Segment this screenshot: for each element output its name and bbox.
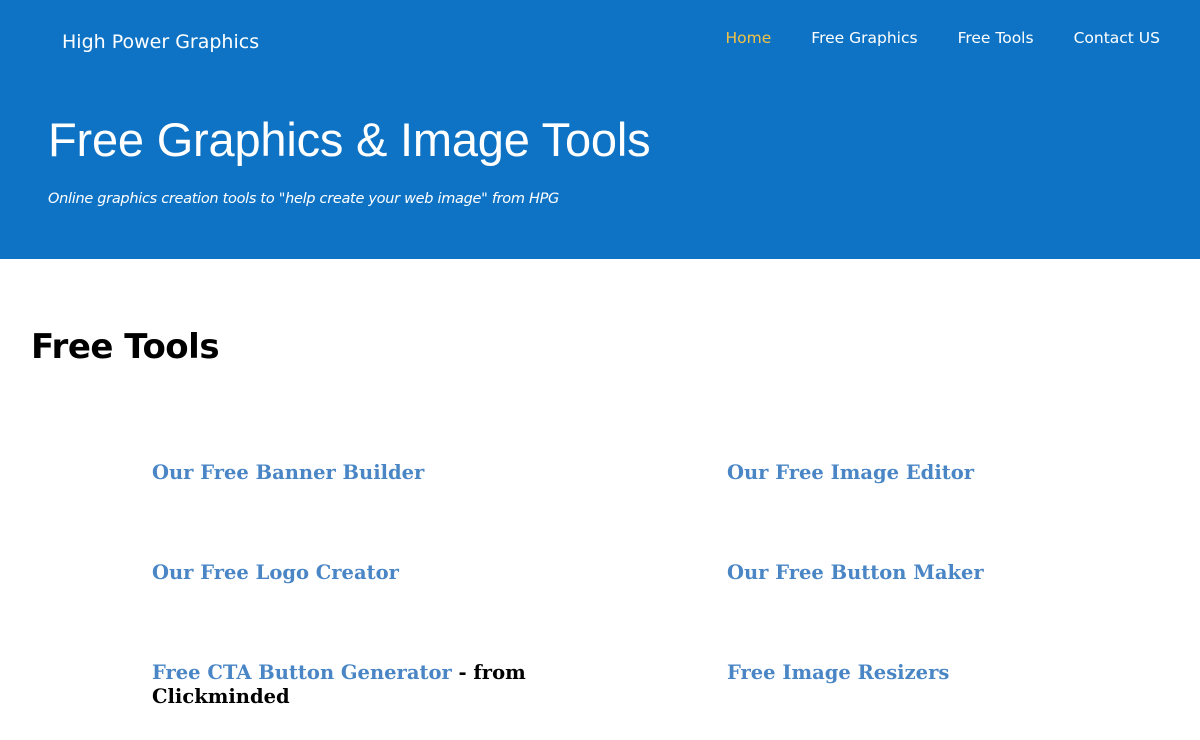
cta-button-generator-link[interactable]: Free CTA Button Generator: [152, 661, 452, 684]
page-subtitle: Online graphics creation tools to "help …: [48, 191, 559, 207]
site-header: High Power Graphics Home Free Graphics F…: [0, 0, 1200, 259]
section-title: Free Tools: [31, 327, 220, 367]
tool-source-name: Clickminded: [152, 685, 290, 708]
tool-item: Free Image Resizers: [727, 661, 949, 685]
nav-item-free-tools[interactable]: Free Tools: [958, 28, 1034, 48]
logo-creator-link[interactable]: Our Free Logo Creator: [152, 561, 399, 584]
tool-item: Our Free Image Editor: [727, 461, 974, 485]
brand-logo-link[interactable]: High Power Graphics: [62, 31, 259, 53]
button-maker-link[interactable]: Our Free Button Maker: [727, 561, 984, 584]
nav-item-home[interactable]: Home: [726, 28, 772, 48]
tool-item: Our Free Banner Builder: [152, 461, 424, 485]
tool-source-text: - from: [451, 661, 526, 684]
tool-item: Our Free Button Maker: [727, 561, 984, 585]
page-title: Free Graphics & Image Tools: [48, 113, 651, 166]
banner-builder-link[interactable]: Our Free Banner Builder: [152, 461, 424, 484]
main-nav: Home Free Graphics Free Tools Contact US: [686, 28, 1161, 48]
nav-item-free-graphics[interactable]: Free Graphics: [811, 28, 917, 48]
nav-item-contact-us[interactable]: Contact US: [1074, 28, 1160, 48]
image-editor-link[interactable]: Our Free Image Editor: [727, 461, 974, 484]
tool-item: Free CTA Button Generator - from Clickmi…: [152, 661, 526, 709]
tool-item: Our Free Logo Creator: [152, 561, 399, 585]
image-resizers-link[interactable]: Free Image Resizers: [727, 661, 949, 684]
